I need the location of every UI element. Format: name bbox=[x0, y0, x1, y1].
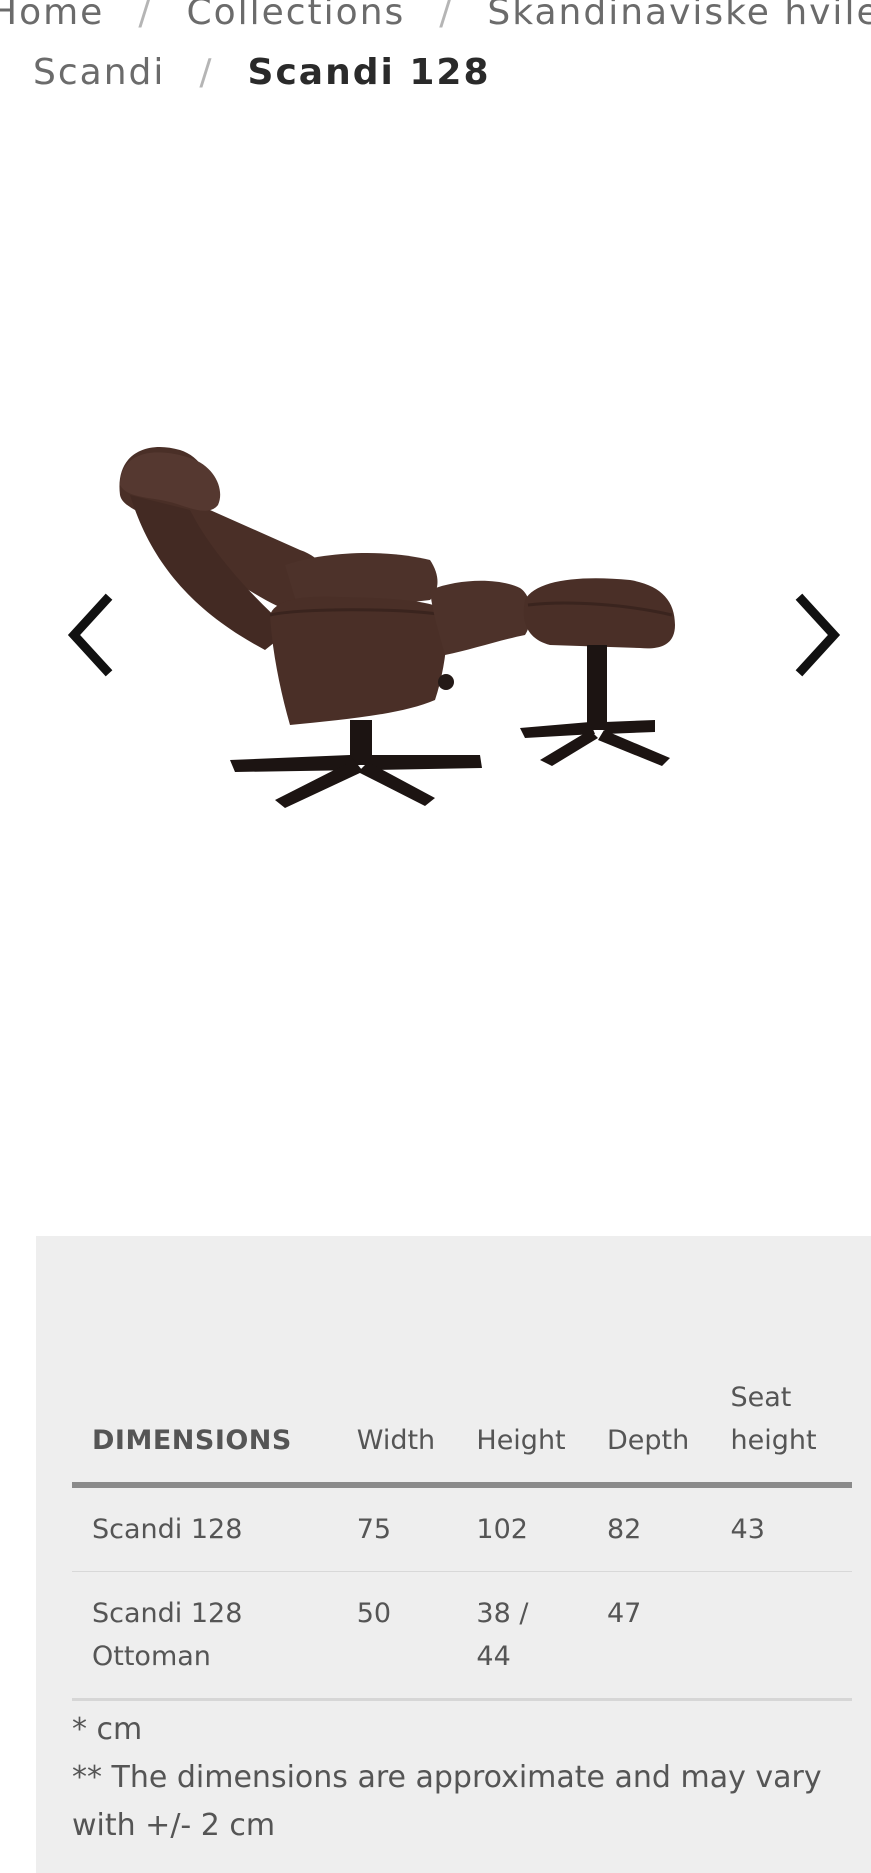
breadcrumb-separator: / bbox=[138, 0, 153, 33]
breadcrumb-separator: / bbox=[199, 52, 214, 93]
breadcrumb-line-2: Scandi / Scandi 128 bbox=[33, 52, 491, 93]
row-width: 75 bbox=[356, 1514, 392, 1545]
product-image-carousel bbox=[0, 360, 871, 880]
product-image bbox=[119, 447, 675, 808]
recliner-chair bbox=[119, 447, 531, 808]
product-page: Home / Collections / Skandinaviske hvilestol… bbox=[0, 0, 871, 1873]
row-width: 50 bbox=[356, 1598, 392, 1629]
ottoman bbox=[520, 578, 675, 766]
dimensions-table: DIMENSIONS Width Height Depth Seat heigh… bbox=[72, 1376, 852, 1701]
header-height: Height bbox=[476, 1425, 566, 1456]
table-row: Scandi 128 75 102 82 43 bbox=[72, 1485, 852, 1572]
header-dimensions: DIMENSIONS bbox=[92, 1425, 292, 1456]
note-unit: * cm bbox=[72, 1712, 143, 1747]
carousel-next-button[interactable] bbox=[786, 580, 856, 690]
breadcrumb-separator: / bbox=[439, 0, 454, 33]
breadcrumb-scandi[interactable]: Scandi bbox=[33, 52, 165, 93]
row-seat-height bbox=[711, 1572, 852, 1700]
row-height: 102 bbox=[476, 1514, 528, 1545]
dimensions-panel: DIMENSIONS Width Height Depth Seat heigh… bbox=[36, 1236, 871, 1873]
table-row: Scandi 128 Ottoman 50 38 / 44 47 bbox=[72, 1572, 852, 1700]
note-approximate: ** The dimensions are approximate and ma… bbox=[72, 1760, 822, 1843]
row-depth: 47 bbox=[607, 1598, 642, 1629]
row-seat-height: 43 bbox=[730, 1514, 765, 1545]
header-seat-height: Seat height bbox=[730, 1382, 817, 1456]
dimensions-header-row: DIMENSIONS Width Height Depth Seat heigh… bbox=[72, 1376, 852, 1485]
dimensions-notes: * cm ** The dimensions are approximate a… bbox=[72, 1706, 832, 1850]
breadcrumb-home[interactable]: Home bbox=[0, 0, 104, 33]
row-name: Scandi 128 bbox=[92, 1514, 243, 1545]
breadcrumb-collections[interactable]: Collections bbox=[186, 0, 405, 33]
row-height: 38 / 44 bbox=[476, 1598, 529, 1672]
chevron-right-icon bbox=[795, 593, 841, 677]
breadcrumb-skandinaviske-hvilestoler[interactable]: Skandinaviske hvilestoler bbox=[487, 0, 871, 33]
header-depth: Depth bbox=[607, 1425, 690, 1456]
breadcrumb-current: Scandi 128 bbox=[247, 52, 491, 93]
header-width: Width bbox=[356, 1425, 436, 1456]
row-depth: 82 bbox=[607, 1514, 642, 1545]
breadcrumb-line-1: Home / Collections / Skandinaviske hvilestol… bbox=[0, 0, 871, 33]
row-name: Scandi 128 Ottoman bbox=[92, 1598, 243, 1672]
